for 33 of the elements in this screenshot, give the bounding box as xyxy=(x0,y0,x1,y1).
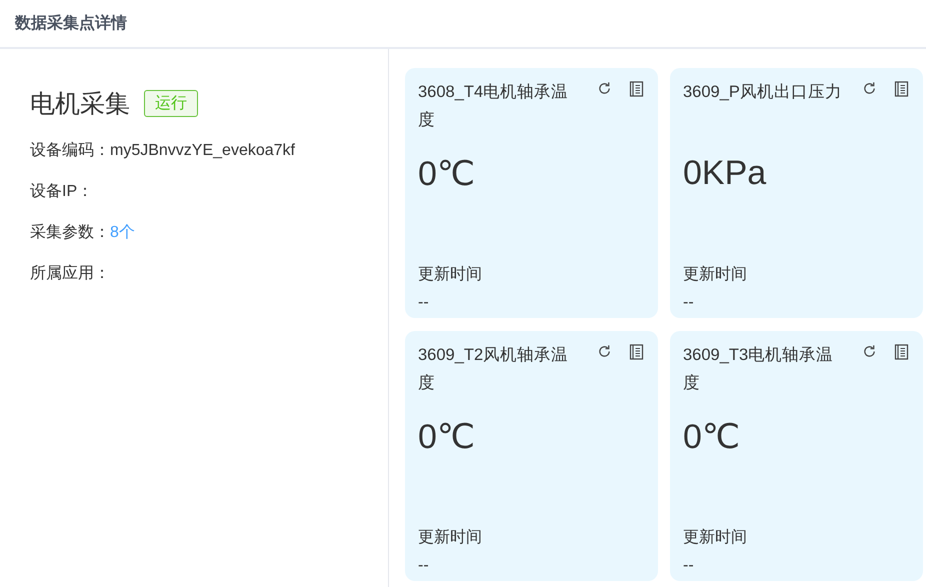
field-value: my5JBnvvzYE_evekoa7kf xyxy=(110,142,295,160)
document-icon[interactable] xyxy=(894,344,909,360)
point-value: 0℃ xyxy=(418,417,476,458)
field-label: 设备IP： xyxy=(30,182,94,202)
updated-time: -- xyxy=(683,294,695,312)
device-name: 电机采集 xyxy=(30,89,130,120)
refresh-icon[interactable] xyxy=(597,81,612,96)
refresh-icon[interactable] xyxy=(862,344,877,359)
document-icon[interactable] xyxy=(629,81,644,97)
refresh-icon[interactable] xyxy=(597,344,612,359)
refresh-icon[interactable] xyxy=(862,81,877,96)
status-tag: 运行 xyxy=(144,90,198,117)
updated-time: -- xyxy=(418,557,430,575)
point-value: 0℃ xyxy=(418,154,476,195)
updated-label: 更新时间 xyxy=(683,528,748,548)
document-icon[interactable] xyxy=(894,81,909,97)
updated-label: 更新时间 xyxy=(418,264,483,285)
field-link[interactable]: 8个 xyxy=(110,222,135,243)
updated-label: 更新时间 xyxy=(683,264,748,285)
updated-time: -- xyxy=(418,294,430,312)
point-value: 0KPa xyxy=(683,154,768,194)
document-icon[interactable] xyxy=(629,344,644,360)
field-label: 采集参数： xyxy=(30,222,110,243)
point-name: 3609_P风机出口压力 xyxy=(683,82,843,103)
point-value: 0℃ xyxy=(683,417,742,458)
point-name: 3609_T3电机轴承温度 xyxy=(683,345,834,394)
point-name: 3608_T4电机轴承温度 xyxy=(418,82,570,131)
field-label: 所属应用： xyxy=(30,264,110,284)
page-title: 数据采集点详情 xyxy=(15,13,127,34)
updated-time: -- xyxy=(683,557,695,575)
updated-label: 更新时间 xyxy=(418,528,483,548)
field-label: 设备编码： xyxy=(30,140,110,161)
point-name: 3609_T2风机轴承温度 xyxy=(418,345,570,394)
